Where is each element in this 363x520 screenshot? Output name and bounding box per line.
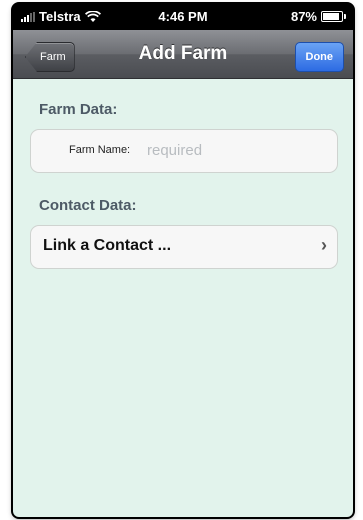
chevron-right-icon: › bbox=[321, 235, 327, 255]
navigation-bar: Farm Add Farm Done bbox=[13, 30, 353, 79]
battery-percent: 87% bbox=[290, 9, 317, 24]
battery-icon bbox=[321, 11, 346, 22]
status-bar: Telstra 4:46 PM 87% bbox=[13, 4, 353, 30]
farm-name-row[interactable]: Farm Name: bbox=[30, 129, 338, 173]
contact-data-header: Contact Data: bbox=[39, 197, 137, 214]
form-content: Farm Data: Farm Name: Contact Data: Link… bbox=[13, 79, 353, 517]
farm-name-input[interactable] bbox=[147, 138, 317, 162]
battery-group: 87% bbox=[290, 9, 346, 24]
farm-data-header: Farm Data: bbox=[39, 101, 118, 118]
done-button[interactable]: Done bbox=[294, 42, 344, 72]
phone-screen: Telstra 4:46 PM 87% Farm Add Farm Done F… bbox=[13, 4, 353, 517]
link-contact-label: Link a Contact ... bbox=[43, 237, 172, 254]
link-contact-row[interactable]: Link a Contact ... › bbox=[30, 225, 338, 269]
farm-name-label: Farm Name: bbox=[69, 144, 131, 156]
